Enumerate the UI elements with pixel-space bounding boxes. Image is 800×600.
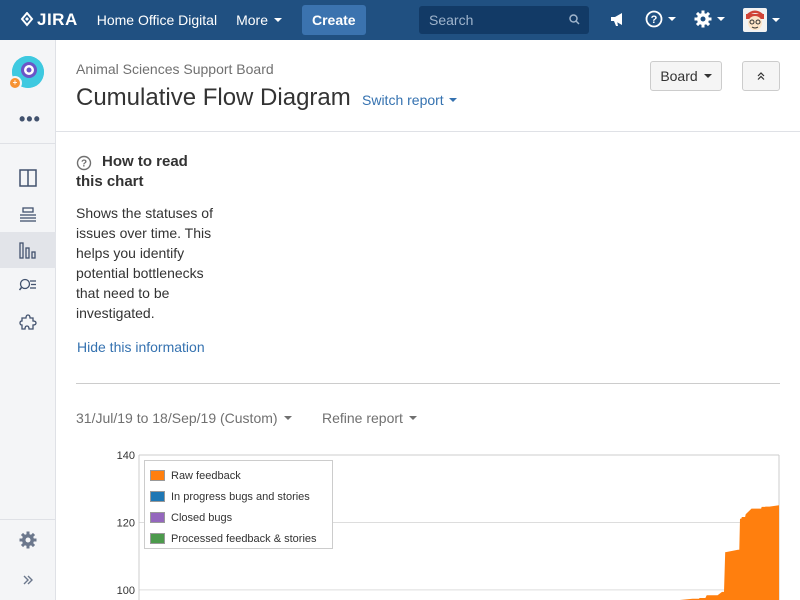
board-button-label: Board xyxy=(660,68,698,84)
double-chevron-right-icon xyxy=(23,575,33,585)
legend-label: In progress bugs and stories xyxy=(171,490,310,503)
jira-logo-icon xyxy=(20,12,34,27)
chevron-down-icon xyxy=(448,98,457,102)
search-box[interactable] xyxy=(419,6,589,34)
info-title: How to read this chart xyxy=(76,153,188,190)
backlog-icon xyxy=(20,207,36,222)
switch-report-label: Switch report xyxy=(362,92,444,108)
issues-search-icon xyxy=(19,278,36,291)
y-tick-label: 140 xyxy=(117,450,135,462)
sidebar-settings[interactable] xyxy=(0,522,56,558)
info-description: Shows the statuses of issues over time. … xyxy=(76,205,213,321)
puzzle-icon xyxy=(19,314,37,330)
sidebar-item-board[interactable] xyxy=(0,160,56,196)
chevron-down-icon xyxy=(283,416,292,420)
legend-label: Raw feedback xyxy=(171,469,241,482)
more-options-icon[interactable]: ••• xyxy=(19,110,41,128)
project-menu-label: Home Office Digital xyxy=(96,12,218,28)
double-chevron-up-icon xyxy=(757,72,765,80)
gear-icon xyxy=(19,531,37,549)
project-sidebar: + ••• xyxy=(0,40,56,600)
help-menu[interactable]: ? xyxy=(645,10,676,28)
svg-text:?: ? xyxy=(651,14,658,26)
sidebar-divider xyxy=(0,143,56,144)
breadcrumb[interactable]: Animal Sciences Support Board xyxy=(76,61,274,77)
chevron-down-icon xyxy=(273,18,282,22)
header-divider xyxy=(56,131,800,132)
jira-logo[interactable]: JIRA xyxy=(20,10,78,30)
legend-swatch xyxy=(150,470,165,481)
user-profile-menu[interactable] xyxy=(743,8,780,32)
sidebar-item-issues[interactable] xyxy=(0,268,56,304)
refine-report-dropdown[interactable]: Refine report xyxy=(322,410,417,426)
project-menu[interactable]: Home Office Digital xyxy=(97,12,217,28)
top-navigation-bar: JIRA Home Office Digital More Create ? xyxy=(0,0,800,40)
chevron-down-icon xyxy=(703,74,712,78)
reports-icon xyxy=(19,242,36,259)
gear-icon xyxy=(694,10,712,28)
board-button[interactable]: Board xyxy=(650,61,722,91)
settings-menu[interactable] xyxy=(694,10,725,28)
sidebar-item-add-ons[interactable] xyxy=(0,304,56,340)
help-icon: ? xyxy=(645,10,663,28)
search-icon xyxy=(569,14,580,25)
legend-item[interactable]: Processed feedback & stories xyxy=(145,528,332,549)
legend-item[interactable]: In progress bugs and stories xyxy=(145,486,332,507)
y-tick-label: 120 xyxy=(117,517,135,529)
more-menu-label: More xyxy=(236,12,268,28)
chevron-down-icon xyxy=(772,18,780,22)
switch-report-dropdown[interactable]: Switch report xyxy=(362,92,457,108)
board-icon xyxy=(19,169,37,187)
chevron-down-icon xyxy=(668,17,676,21)
series-area-raw-feedback xyxy=(641,505,779,600)
legend-label: Processed feedback & stories xyxy=(171,532,317,545)
megaphone-icon xyxy=(611,13,622,26)
page-title: Cumulative Flow Diagram xyxy=(76,84,351,111)
sidebar-item-backlog[interactable] xyxy=(0,196,56,232)
expand-sidebar-button[interactable] xyxy=(0,562,56,598)
legend-swatch xyxy=(150,533,165,544)
date-range-label: 31/Jul/19 to 18/Sep/19 (Custom) xyxy=(76,410,278,426)
logo-text: JIRA xyxy=(37,10,78,29)
date-range-dropdown[interactable]: 31/Jul/19 to 18/Sep/19 (Custom) xyxy=(76,410,292,426)
sidebar-divider xyxy=(0,519,56,520)
legend-label: Closed bugs xyxy=(171,511,233,524)
info-divider xyxy=(76,383,780,384)
more-menu[interactable]: More xyxy=(236,12,282,28)
chart-legend: Raw feedback In progress bugs and stories… xyxy=(144,460,333,549)
legend-item[interactable]: Closed bugs xyxy=(145,507,332,528)
refine-report-label: Refine report xyxy=(322,410,403,426)
legend-swatch xyxy=(150,512,165,523)
user-avatar-icon xyxy=(743,8,767,32)
announcements-button[interactable] xyxy=(609,10,627,28)
collapse-header-button[interactable] xyxy=(742,61,780,91)
chevron-down-icon xyxy=(717,17,725,21)
create-button[interactable]: Create xyxy=(301,5,366,35)
project-badge: + xyxy=(8,76,22,90)
hide-information-link[interactable]: Hide this information xyxy=(77,339,205,355)
search-input[interactable] xyxy=(419,12,564,28)
y-tick-label: 100 xyxy=(117,585,135,597)
chevron-down-icon xyxy=(408,416,417,420)
legend-item[interactable]: Raw feedback xyxy=(145,465,332,486)
sidebar-item-reports[interactable] xyxy=(0,232,56,268)
legend-swatch xyxy=(150,491,165,502)
